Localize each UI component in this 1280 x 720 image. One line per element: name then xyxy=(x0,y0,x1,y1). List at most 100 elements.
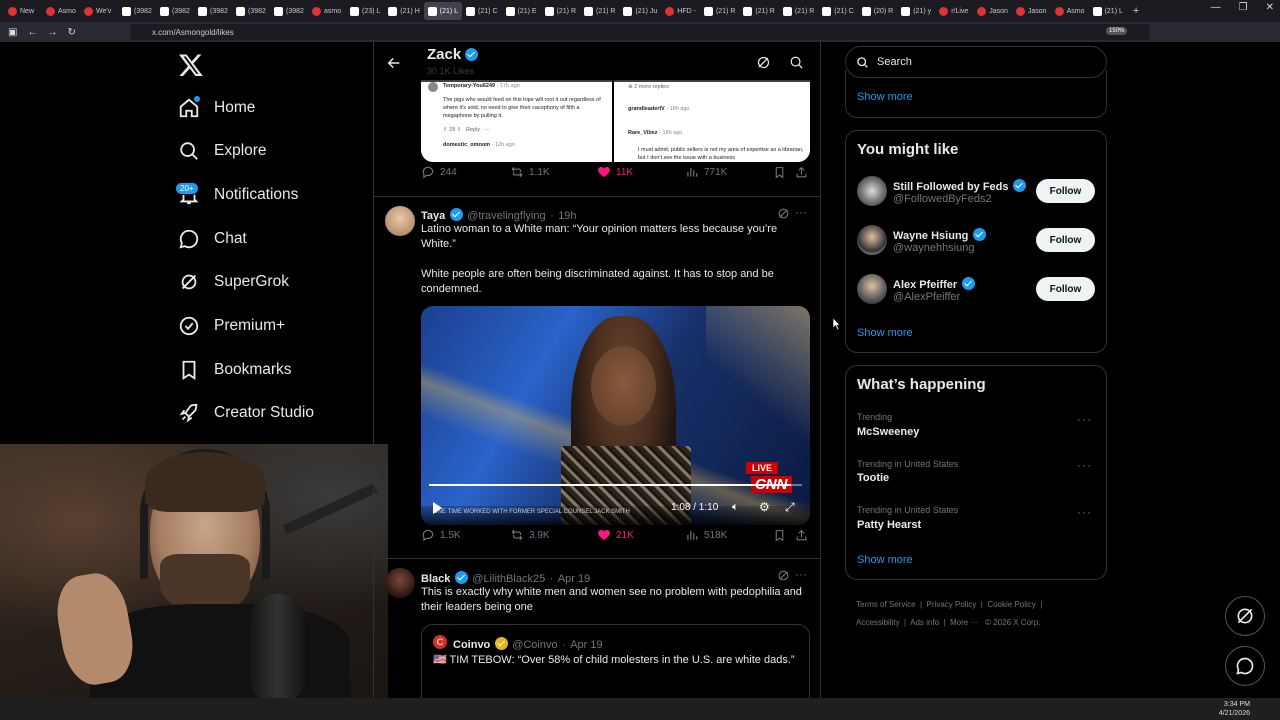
browser-tab[interactable]: (21) y xyxy=(897,2,935,20)
trend-name[interactable]: McSweeney xyxy=(857,426,919,438)
browser-tab[interactable]: (23) L xyxy=(346,2,384,20)
browser-tab[interactable]: Jason xyxy=(973,2,1012,20)
browser-tab[interactable]: r/Live xyxy=(935,2,973,20)
reload-icon[interactable]: ↻ xyxy=(67,27,75,38)
maximize-icon[interactable]: ❐ xyxy=(1239,2,1248,13)
tweet-author-handle[interactable]: @LilithBlack25 xyxy=(472,573,545,585)
close-window-icon[interactable]: ✕ xyxy=(1266,2,1274,13)
grok-icon[interactable] xyxy=(777,207,790,220)
footer-more-link[interactable]: More ··· xyxy=(950,618,978,627)
browser-tab[interactable]: (21) Ju xyxy=(619,2,661,20)
browser-tab[interactable]: asmo xyxy=(308,2,346,20)
tweet-time[interactable]: 19h xyxy=(558,210,576,222)
nav-creator-studio[interactable]: Creator Studio xyxy=(178,396,314,430)
avatar[interactable] xyxy=(385,206,415,236)
more-options-icon[interactable]: ··· xyxy=(1077,505,1092,519)
reply-button[interactable]: 244 xyxy=(421,165,457,179)
more-options-icon[interactable]: ··· xyxy=(1077,412,1092,426)
x-logo-icon[interactable] xyxy=(178,52,204,78)
browser-tab[interactable]: (3982 xyxy=(156,2,194,20)
browser-tab[interactable]: (3982 xyxy=(118,2,156,20)
grok-icon[interactable] xyxy=(777,569,790,582)
nav-premium[interactable]: Premium+ xyxy=(178,309,285,343)
tweet-time[interactable]: Apr 19 xyxy=(558,573,590,585)
tweet-author-handle[interactable]: @travelingflying xyxy=(467,210,545,222)
video-progress-track[interactable] xyxy=(429,484,802,486)
trend-name[interactable]: Tootie xyxy=(857,472,889,484)
show-more-link[interactable]: Show more xyxy=(857,554,913,566)
show-more-link[interactable]: Show more xyxy=(857,327,913,339)
nav-home[interactable]: Home xyxy=(178,91,255,125)
suggestion-name[interactable]: Wayne Hsiung xyxy=(893,230,968,242)
browser-tab[interactable]: Asmo xyxy=(42,2,80,20)
nav-chat[interactable]: Chat xyxy=(178,222,247,256)
browser-tab[interactable]: (21) R xyxy=(541,2,580,20)
sidebar-toggle-icon[interactable]: ▣ xyxy=(8,27,17,38)
grok-fab-button[interactable] xyxy=(1225,596,1265,636)
footer-terms-link[interactable]: Terms of Service xyxy=(856,600,916,609)
suggestion-name[interactable]: Alex Pfeiffer xyxy=(893,279,957,291)
views-button[interactable]: 771K xyxy=(685,165,727,179)
play-icon[interactable] xyxy=(433,502,442,514)
browser-tab[interactable]: (20) R xyxy=(858,2,897,20)
browser-tab[interactable]: We'v xyxy=(80,2,118,20)
browser-tab[interactable]: (21) E xyxy=(502,2,541,20)
avatar[interactable] xyxy=(857,274,887,304)
like-button[interactable]: 11K xyxy=(597,165,633,179)
tweet-author-name[interactable]: Black xyxy=(421,573,450,585)
follow-button[interactable]: Follow xyxy=(1036,277,1095,301)
repost-button[interactable]: 3.9K xyxy=(510,528,550,542)
browser-tab[interactable]: (21) C xyxy=(818,2,857,20)
more-options-icon[interactable]: ··· xyxy=(795,567,807,581)
suggestion-name[interactable]: Still Followed by Feds xyxy=(893,181,1009,193)
browser-tab[interactable]: (21) R xyxy=(580,2,619,20)
browser-tab[interactable]: (3982 xyxy=(194,2,232,20)
grok-icon[interactable] xyxy=(756,55,771,70)
browser-tab[interactable]: Asmo xyxy=(1051,2,1089,20)
share-icon[interactable] xyxy=(795,529,808,542)
tweet-video[interactable]: LIVE CNN ONE TIME WORKED WITH FORMER SPE… xyxy=(421,306,810,525)
views-button[interactable]: 518K xyxy=(685,528,727,542)
browser-tab[interactable]: (21) H xyxy=(384,2,423,20)
share-icon[interactable] xyxy=(795,166,808,179)
bookmark-icon[interactable] xyxy=(773,529,786,542)
quote-tweet[interactable]: C Coinvo @Coinvo · Apr 19 🇺🇸 TIM TEBOW: … xyxy=(421,624,810,698)
browser-tab[interactable]: (21) L xyxy=(423,2,463,20)
footer-accessibility-link[interactable]: Accessibility xyxy=(856,618,900,627)
forward-icon[interactable]: → xyxy=(47,27,57,38)
like-button[interactable]: 21K xyxy=(597,528,634,542)
tweet-media-image[interactable]: Temporary-You6249 · 17h ago The pigs who… xyxy=(421,80,810,162)
trend-name[interactable]: Patty Hearst xyxy=(857,519,921,531)
url-bar[interactable]: x.com/Asmongold/likes xyxy=(130,24,1150,40)
nav-explore[interactable]: Explore xyxy=(178,134,267,168)
new-tab-icon[interactable]: + xyxy=(1133,5,1139,17)
browser-tab[interactable]: Jason xyxy=(1012,2,1051,20)
tweet-author-name[interactable]: Taya xyxy=(421,210,445,222)
back-icon[interactable]: ← xyxy=(27,27,37,38)
search-icon[interactable] xyxy=(789,55,804,70)
chat-fab-button[interactable] xyxy=(1225,646,1265,686)
fullscreen-icon[interactable]: ⤢ xyxy=(785,500,795,515)
browser-tab[interactable]: (21) R xyxy=(700,2,739,20)
browser-tab[interactable]: (3982 xyxy=(232,2,270,20)
avatar[interactable] xyxy=(857,176,887,206)
repost-button[interactable]: 1.1K xyxy=(510,165,550,179)
bookmark-icon[interactable] xyxy=(773,166,786,179)
browser-tab[interactable]: (21) L xyxy=(1089,2,1127,20)
avatar[interactable] xyxy=(385,568,415,598)
browser-tab[interactable]: (21) R xyxy=(739,2,778,20)
minimize-icon[interactable]: — xyxy=(1211,2,1221,13)
avatar[interactable] xyxy=(857,225,887,255)
nav-supergrok[interactable]: SuperGrok xyxy=(178,265,289,299)
browser-tab[interactable]: HFD - xyxy=(661,2,700,20)
follow-button[interactable]: Follow xyxy=(1036,179,1095,203)
show-more-link[interactable]: Show more xyxy=(857,91,913,103)
settings-icon[interactable]: ⚙︎ xyxy=(759,500,770,514)
footer-privacy-link[interactable]: Privacy Policy xyxy=(927,600,977,609)
footer-ads-link[interactable]: Ads info xyxy=(910,618,939,627)
reply-button[interactable]: 1.5K xyxy=(421,528,461,542)
follow-button[interactable]: Follow xyxy=(1036,228,1095,252)
browser-tab[interactable]: New xyxy=(4,2,42,20)
browser-tab[interactable]: (21) R xyxy=(779,2,818,20)
more-options-icon[interactable]: ··· xyxy=(1077,458,1092,472)
